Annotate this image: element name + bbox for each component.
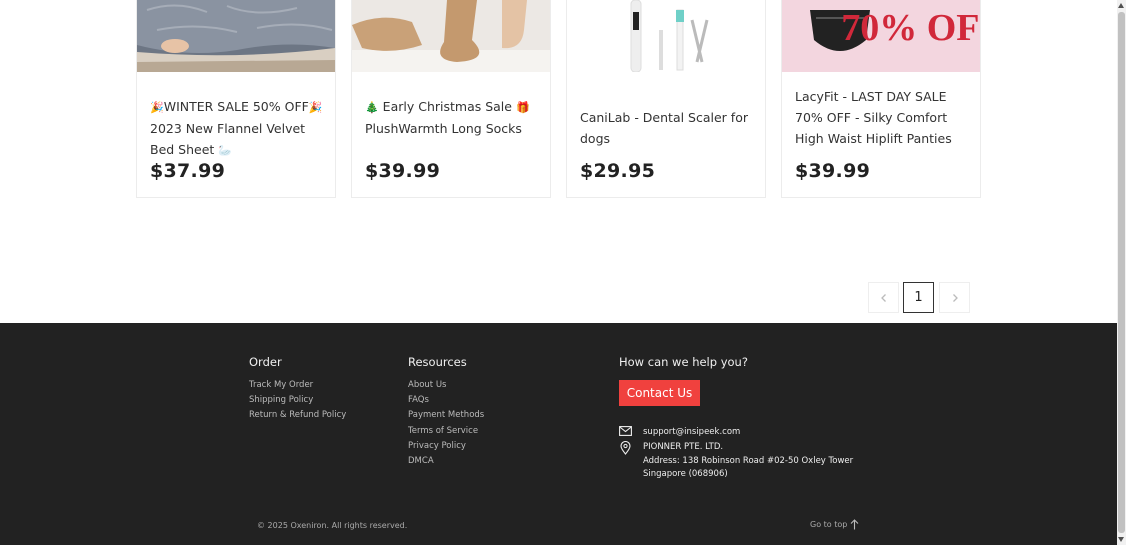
christmas-tree-icon: 🎄	[365, 101, 379, 114]
gift-icon: 🎁	[515, 101, 530, 114]
product-image[interactable]: 70% OFF	[782, 0, 980, 72]
address-line: Address: 138 Robinson Road #02-50 Oxley …	[643, 455, 854, 466]
footer-link[interactable]: Track My Order	[249, 378, 346, 393]
product-price: $29.95	[580, 160, 656, 182]
vertical-scrollbar[interactable]	[1117, 0, 1126, 545]
location-pin-icon	[620, 441, 631, 455]
product-price: $37.99	[150, 160, 226, 182]
product-card[interactable]: CaniLab - Dental Scaler for dogs $29.95	[566, 0, 766, 198]
footer-order-heading: Order	[249, 355, 282, 369]
swan-icon: 🦢	[218, 144, 233, 157]
footer-link[interactable]: About Us	[408, 378, 484, 393]
pagination-next-button[interactable]	[939, 282, 970, 313]
title-text: PlushWarmth Long Socks	[365, 121, 522, 136]
company-address: PIONNER PTE. LTD. Address: 138 Robinson …	[643, 441, 853, 481]
footer-link[interactable]: FAQs	[408, 393, 484, 408]
product-price: $39.99	[795, 160, 871, 182]
footer-link[interactable]: Terms of Service	[408, 424, 484, 439]
footer-link[interactable]: Privacy Policy	[408, 439, 484, 454]
arrow-up-icon	[850, 519, 859, 530]
product-price: $39.99	[365, 160, 441, 182]
scroll-down-arrow-icon[interactable]	[1118, 537, 1124, 542]
party-icon: 🎉	[150, 101, 164, 114]
support-email[interactable]: support@insipeek.com	[643, 426, 740, 439]
pagination-page-button[interactable]: 1	[903, 282, 934, 313]
pagination-prev-button[interactable]	[868, 282, 899, 313]
product-card[interactable]: 70% OFF LacyFit - LAST DAY SALE 70% OFF …	[781, 0, 981, 198]
footer-link[interactable]: DMCA	[408, 454, 484, 469]
footer-order-links: Track My Order Shipping Policy Return & …	[249, 378, 346, 424]
sale-image-text: 70% OFF	[841, 7, 980, 49]
mail-icon	[619, 426, 632, 436]
product-image[interactable]	[567, 0, 765, 72]
site-footer: Order Track My Order Shipping Policy Ret…	[0, 323, 1117, 545]
product-title[interactable]: 🎄 Early Christmas Sale 🎁 PlushWarmth Lon…	[365, 96, 541, 139]
footer-link[interactable]: Shipping Policy	[249, 393, 346, 408]
product-title[interactable]: 🎉WINTER SALE 50% OFF🎉 2023 New Flannel V…	[150, 96, 326, 161]
product-title[interactable]: CaniLab - Dental Scaler for dogs	[580, 107, 756, 149]
title-text: Early Christmas Sale	[378, 99, 516, 114]
footer-resources-heading: Resources	[408, 355, 467, 369]
footer-resources-links: About Us FAQs Payment Methods Terms of S…	[408, 378, 484, 469]
chevron-right-icon	[952, 293, 958, 302]
address-line: Singapore (068906)	[643, 469, 728, 479]
copyright-text: © 2025 Oxeniron. All rights reserved.	[257, 521, 408, 530]
contact-us-button[interactable]: Contact Us	[619, 380, 700, 406]
scrollbar-thumb[interactable]	[1118, 12, 1125, 533]
product-title[interactable]: LacyFit - LAST DAY SALE 70% OFF - Silky …	[795, 86, 971, 149]
product-card[interactable]: 🎉WINTER SALE 50% OFF🎉 2023 New Flannel V…	[136, 0, 336, 198]
product-image[interactable]	[137, 0, 335, 72]
product-card[interactable]: 🎄 Early Christmas Sale 🎁 PlushWarmth Lon…	[351, 0, 551, 198]
footer-help-heading: How can we help you?	[619, 355, 748, 369]
title-text: WINTER SALE 50% OFF	[163, 99, 309, 114]
product-grid: 🎉WINTER SALE 50% OFF🎉 2023 New Flannel V…	[136, 0, 981, 198]
scroll-up-arrow-icon[interactable]	[1118, 3, 1124, 8]
page: 🎉WINTER SALE 50% OFF🎉 2023 New Flannel V…	[0, 0, 1117, 545]
chevron-left-icon	[880, 293, 886, 302]
product-image[interactable]	[352, 0, 550, 72]
footer-link[interactable]: Return & Refund Policy	[249, 408, 346, 423]
go-to-top-link[interactable]: Go to top	[810, 519, 859, 530]
go-to-top-label: Go to top	[810, 520, 848, 529]
company-name: PIONNER PTE. LTD.	[643, 442, 724, 452]
party-icon: 🎉	[308, 101, 323, 114]
footer-link[interactable]: Payment Methods	[408, 408, 484, 423]
